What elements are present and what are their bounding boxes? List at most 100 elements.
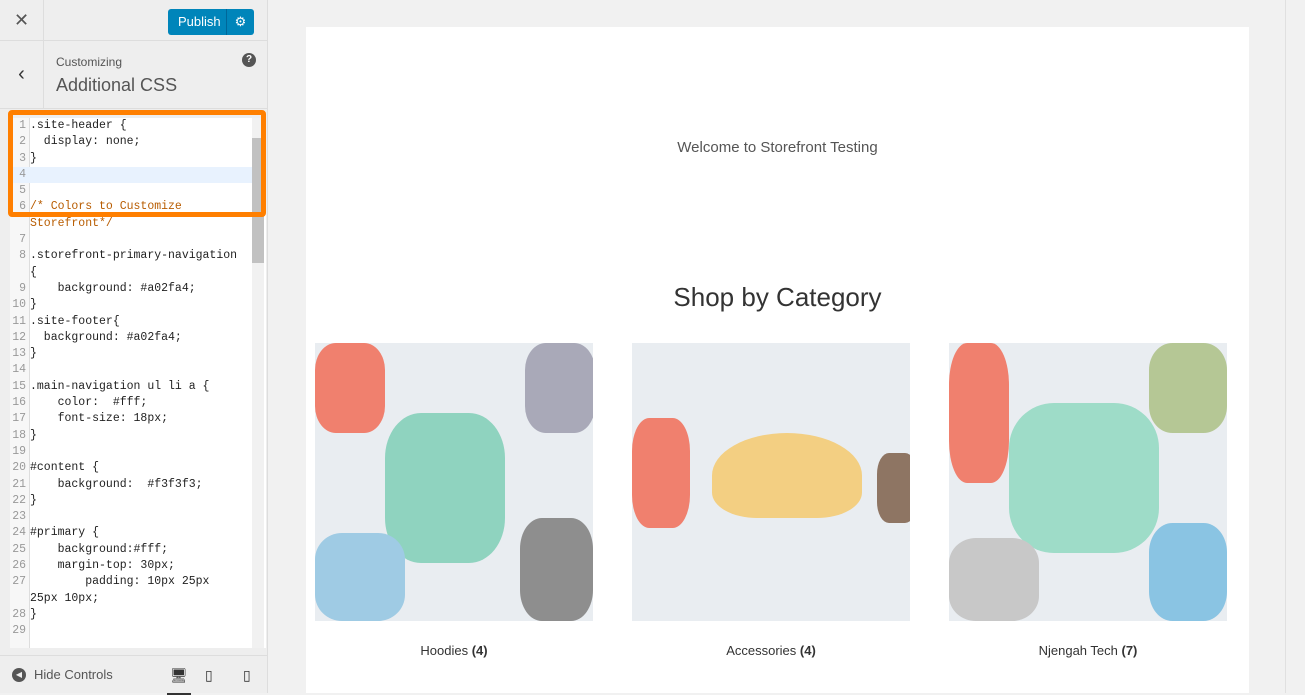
- code-line[interactable]: 18}: [10, 428, 266, 444]
- code-line[interactable]: 8 .storefront-primary-navigation: [10, 248, 266, 264]
- line-number: 12: [12, 330, 26, 344]
- code-text: background: #f3f3f3;: [30, 477, 203, 491]
- line-number: 25: [12, 542, 26, 556]
- help-icon[interactable]: ?: [242, 53, 256, 67]
- back-button[interactable]: ‹: [0, 41, 44, 109]
- line-number: 29: [12, 624, 26, 638]
- customizer-topbar: ✕ Publish ⚙: [0, 0, 267, 41]
- code-line[interactable]: 10}: [10, 297, 266, 313]
- mobile-preview-icon[interactable]: ▯: [243, 667, 251, 684]
- line-number: 4: [19, 167, 26, 181]
- close-icon[interactable]: ✕: [0, 0, 44, 41]
- tablet-preview-icon[interactable]: ▯: [205, 667, 213, 684]
- line-number: 3: [19, 151, 26, 165]
- code-line[interactable]: 20 #content {: [10, 460, 266, 476]
- code-line[interactable]: 13}: [10, 346, 266, 362]
- code-line[interactable]: 16 color: #fff;: [10, 395, 266, 411]
- desktop-preview-icon[interactable]: 🖥: [167, 667, 191, 695]
- code-line[interactable]: 6 /* Colors to Customize: [10, 199, 266, 215]
- code-line[interactable]: 21 background: #f3f3f3;: [10, 477, 266, 493]
- code-line[interactable]: 28}: [10, 607, 266, 623]
- code-text: Storefront*/: [30, 216, 113, 230]
- category-card-hoodies[interactable]: Hoodies (4): [315, 343, 593, 658]
- code-line[interactable]: 2 display: none;: [10, 134, 266, 150]
- code-line[interactable]: 22}: [10, 493, 266, 509]
- site-preview: Welcome to Storefront Testing Shop by Ca…: [306, 27, 1249, 693]
- code-line[interactable]: 19: [10, 444, 266, 460]
- customizing-label: Customizing: [56, 55, 123, 69]
- line-number: 21: [12, 477, 26, 491]
- customizer-sidebar: ✕ Publish ⚙ ‹ Customizing Additional CSS …: [0, 0, 268, 695]
- code-text: font-size: 18px;: [30, 412, 169, 426]
- code-line[interactable]: {: [10, 265, 266, 281]
- category-label[interactable]: Hoodies (4): [315, 643, 593, 658]
- code-text: background: #a02fa4;: [30, 330, 182, 344]
- line-number: 27: [12, 575, 26, 589]
- line-number: 10: [12, 298, 26, 312]
- code-line[interactable]: 26 margin-top: 30px;: [10, 558, 266, 574]
- code-text: {: [30, 265, 37, 279]
- code-line[interactable]: 5: [10, 183, 266, 199]
- editor-scrollbar-thumb[interactable]: [252, 138, 264, 263]
- line-number: 13: [12, 347, 26, 361]
- code-line[interactable]: 24 #primary {: [10, 525, 266, 541]
- collapse-icon: ◀: [12, 667, 26, 682]
- category-card-njengah-tech[interactable]: Njengah Tech (7): [949, 343, 1227, 658]
- code-text: background: #a02fa4;: [30, 281, 196, 295]
- code-line[interactable]: 9 background: #a02fa4;: [10, 281, 266, 297]
- category-label[interactable]: Njengah Tech (7): [949, 643, 1227, 658]
- line-number: 1: [19, 119, 26, 132]
- gear-icon[interactable]: ⚙: [226, 9, 254, 35]
- code-text: background:#fff;: [30, 542, 169, 556]
- code-text: margin-top: 30px;: [30, 559, 175, 573]
- code-text: }: [30, 151, 37, 165]
- code-line[interactable]: 4: [10, 166, 266, 184]
- category-label[interactable]: Accessories (4): [632, 643, 910, 658]
- code-line[interactable]: 27 padding: 10px 25px: [10, 574, 266, 590]
- code-text: }: [30, 607, 37, 621]
- publish-button[interactable]: Publish ⚙: [168, 9, 254, 35]
- line-number: 17: [12, 412, 26, 426]
- preview-scrollbar[interactable]: [1285, 0, 1305, 693]
- code-text: }: [30, 428, 37, 442]
- code-line[interactable]: Storefront*/: [10, 216, 266, 232]
- code-line[interactable]: 15 .main-navigation ul li a {: [10, 379, 266, 395]
- line-number: 6: [19, 200, 26, 214]
- line-number: 19: [12, 444, 26, 458]
- code-line[interactable]: 7: [10, 232, 266, 248]
- code-line[interactable]: 3}: [10, 151, 266, 167]
- line-number: 16: [12, 396, 26, 410]
- hide-controls-button[interactable]: ◀ Hide Controls: [12, 667, 113, 682]
- category-card-accessories[interactable]: Accessories (4): [632, 343, 910, 658]
- code-line[interactable]: 1 .site-header {: [10, 118, 266, 134]
- css-code-editor[interactable]: 1 .site-header {2 display: none; 3} 4 5 6/* C…: [10, 118, 266, 648]
- code-text: #primary {: [30, 526, 100, 540]
- code-line[interactable]: 25px 10px;: [10, 591, 266, 607]
- code-text: #content {: [30, 461, 100, 475]
- code-text: }: [30, 493, 37, 507]
- line-number: 5: [19, 184, 26, 198]
- section-title: Additional CSS: [56, 75, 178, 95]
- code-line[interactable]: 23: [10, 509, 266, 525]
- category-image[interactable]: [315, 343, 593, 621]
- code-line[interactable]: 17 font-size: 18px;: [10, 411, 266, 427]
- code-text: .site-header {: [30, 119, 127, 132]
- code-text: }: [30, 298, 37, 312]
- line-number: 23: [12, 510, 26, 524]
- code-line[interactable]: 12 background: #a02fa4;: [10, 330, 266, 346]
- line-number: 26: [12, 559, 26, 573]
- welcome-text: Welcome to Storefront Testing: [677, 139, 878, 156]
- code-line[interactable]: 25 background:#fff;: [10, 542, 266, 558]
- code-line[interactable]: 11 .site-footer{: [10, 314, 266, 330]
- line-number: 22: [12, 493, 26, 507]
- code-line[interactable]: 29: [10, 623, 266, 639]
- category-image[interactable]: [949, 343, 1227, 621]
- code-text: color: #fff;: [30, 396, 148, 410]
- category-image[interactable]: [632, 343, 910, 621]
- code-line[interactable]: 14: [10, 362, 266, 378]
- customizer-footer: ◀ Hide Controls 🖥 ▯ ▯: [0, 655, 268, 695]
- line-number: 8: [19, 249, 26, 263]
- code-text: display: none;: [30, 135, 141, 149]
- line-number: 11: [12, 314, 26, 328]
- line-number: 9: [19, 281, 26, 295]
